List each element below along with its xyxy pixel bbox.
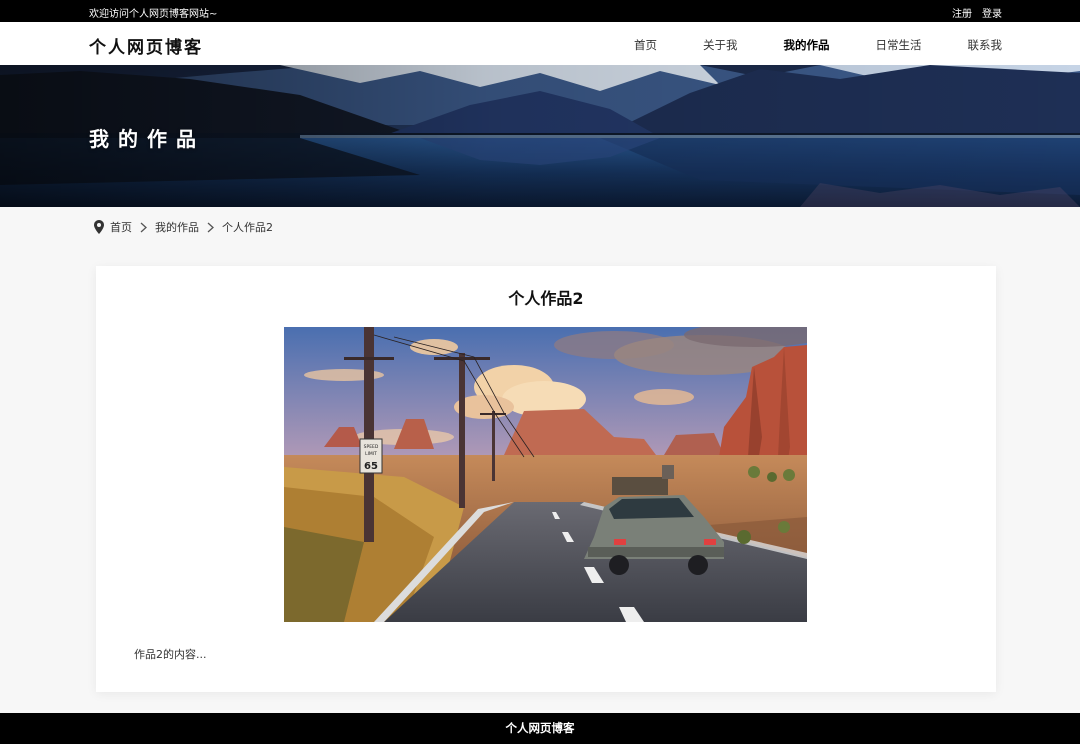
artwork-image: SPEED LIMIT 65 bbox=[284, 327, 807, 622]
sign-text-speed: SPEED bbox=[364, 444, 379, 450]
sign-text-limit: LIMIT bbox=[365, 451, 377, 457]
chevron-right-icon bbox=[207, 222, 214, 232]
site-footer: 个人网页博客 bbox=[0, 713, 1080, 744]
article-title: 个人作品2 bbox=[508, 289, 584, 308]
nav-item-contact[interactable]: 联系我 bbox=[968, 37, 1003, 53]
site-header: 个人网页博客 首页 关于我 我的作品 日常生活 联系我 bbox=[0, 22, 1080, 65]
welcome-text: 欢迎访问个人网页博客网站~ bbox=[89, 9, 218, 20]
location-pin-icon bbox=[94, 220, 104, 234]
sign-text-number: 65 bbox=[364, 461, 378, 472]
page-banner: 我的作品 bbox=[0, 65, 1080, 207]
article-body: 作品2的内容... bbox=[134, 648, 207, 661]
breadcrumb-home-link[interactable]: 首页 bbox=[110, 219, 132, 235]
chevron-right-icon bbox=[140, 222, 147, 232]
register-link[interactable]: 注册 bbox=[952, 5, 972, 20]
main-nav: 首页 关于我 我的作品 日常生活 联系我 bbox=[588, 37, 1002, 53]
footer-text: 个人网页博客 bbox=[505, 721, 575, 735]
article-card: 个人作品2 SPEED LIMIT 65 作品2的内容... bbox=[96, 266, 996, 692]
site-logo[interactable]: 个人网页博客 bbox=[89, 33, 203, 58]
login-link[interactable]: 登录 bbox=[982, 5, 1002, 20]
breadcrumb: 首页 我的作品 个人作品2 bbox=[94, 219, 273, 235]
breadcrumb-works-link[interactable]: 我的作品 bbox=[155, 219, 199, 235]
banner-title: 我的作品 bbox=[89, 127, 205, 151]
nav-item-works[interactable]: 我的作品 bbox=[784, 37, 830, 53]
nav-item-home[interactable]: 首页 bbox=[634, 37, 657, 53]
nav-item-about[interactable]: 关于我 bbox=[703, 37, 738, 53]
auth-links: 注册 登录 bbox=[952, 5, 1002, 20]
breadcrumb-current: 个人作品2 bbox=[222, 221, 273, 234]
top-bar: 欢迎访问个人网页博客网站~ 注册 登录 bbox=[0, 0, 1080, 22]
nav-item-daily-life[interactable]: 日常生活 bbox=[876, 37, 922, 53]
